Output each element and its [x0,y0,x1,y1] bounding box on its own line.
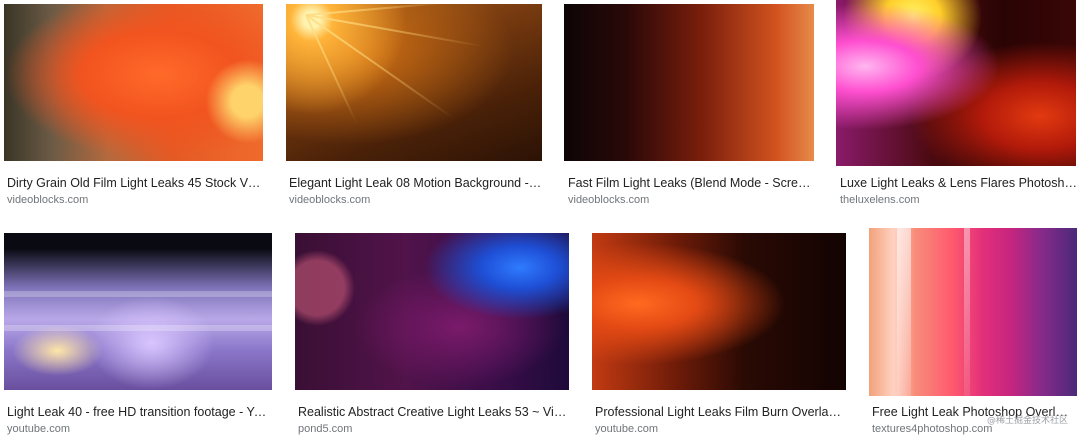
result-card[interactable]: Light Leak 40 - free HD transition foota… [0,228,285,440]
result-title[interactable]: Realistic Abstract Creative Light Leaks … [298,404,568,420]
result-source[interactable]: youtube.com [7,422,70,436]
result-thumbnail[interactable] [4,4,263,161]
result-thumbnail[interactable] [286,4,542,161]
result-title[interactable]: Professional Light Leaks Film Burn Overl… [595,404,847,420]
result-title[interactable]: Light Leak 40 - free HD transition foota… [7,404,269,420]
result-title[interactable]: Fast Film Light Leaks (Blend Mode - Scre… [568,175,814,191]
result-card[interactable]: Professional Light Leaks Film Burn Overl… [588,228,860,440]
result-source[interactable]: theluxelens.com [840,193,920,207]
result-card[interactable]: Elegant Light Leak 08 Motion Background … [280,0,550,215]
result-source[interactable]: videoblocks.com [7,193,88,207]
result-card[interactable]: Dirty Grain Old Film Light Leaks 45 Stoc… [0,0,270,215]
result-thumbnail[interactable] [592,233,846,390]
result-source[interactable]: videoblocks.com [289,193,370,207]
result-title[interactable]: Dirty Grain Old Film Light Leaks 45 Stoc… [7,175,263,191]
result-thumbnail[interactable] [295,233,569,390]
result-source[interactable]: youtube.com [595,422,658,436]
result-title[interactable]: Elegant Light Leak 08 Motion Background … [289,175,544,191]
result-card[interactable]: Free Light Leak Photoshop Overlay... tex… [866,228,1080,440]
result-card[interactable]: Realistic Abstract Creative Light Leaks … [290,228,580,440]
result-thumbnail[interactable] [564,4,814,161]
result-title[interactable]: Luxe Light Leaks & Lens Flares Photosho.… [840,175,1080,191]
result-thumbnail[interactable] [4,233,272,390]
result-thumbnail[interactable] [869,228,1077,396]
result-source[interactable]: textures4photoshop.com [872,422,992,436]
result-source[interactable]: videoblocks.com [568,193,649,207]
result-source[interactable]: pond5.com [298,422,352,436]
result-thumbnail[interactable] [836,0,1076,166]
result-card[interactable]: Luxe Light Leaks & Lens Flares Photosho.… [830,0,1080,215]
watermark: @稀土掘金技术社区 [986,416,1068,426]
result-card[interactable]: Fast Film Light Leaks (Blend Mode - Scre… [560,0,820,215]
